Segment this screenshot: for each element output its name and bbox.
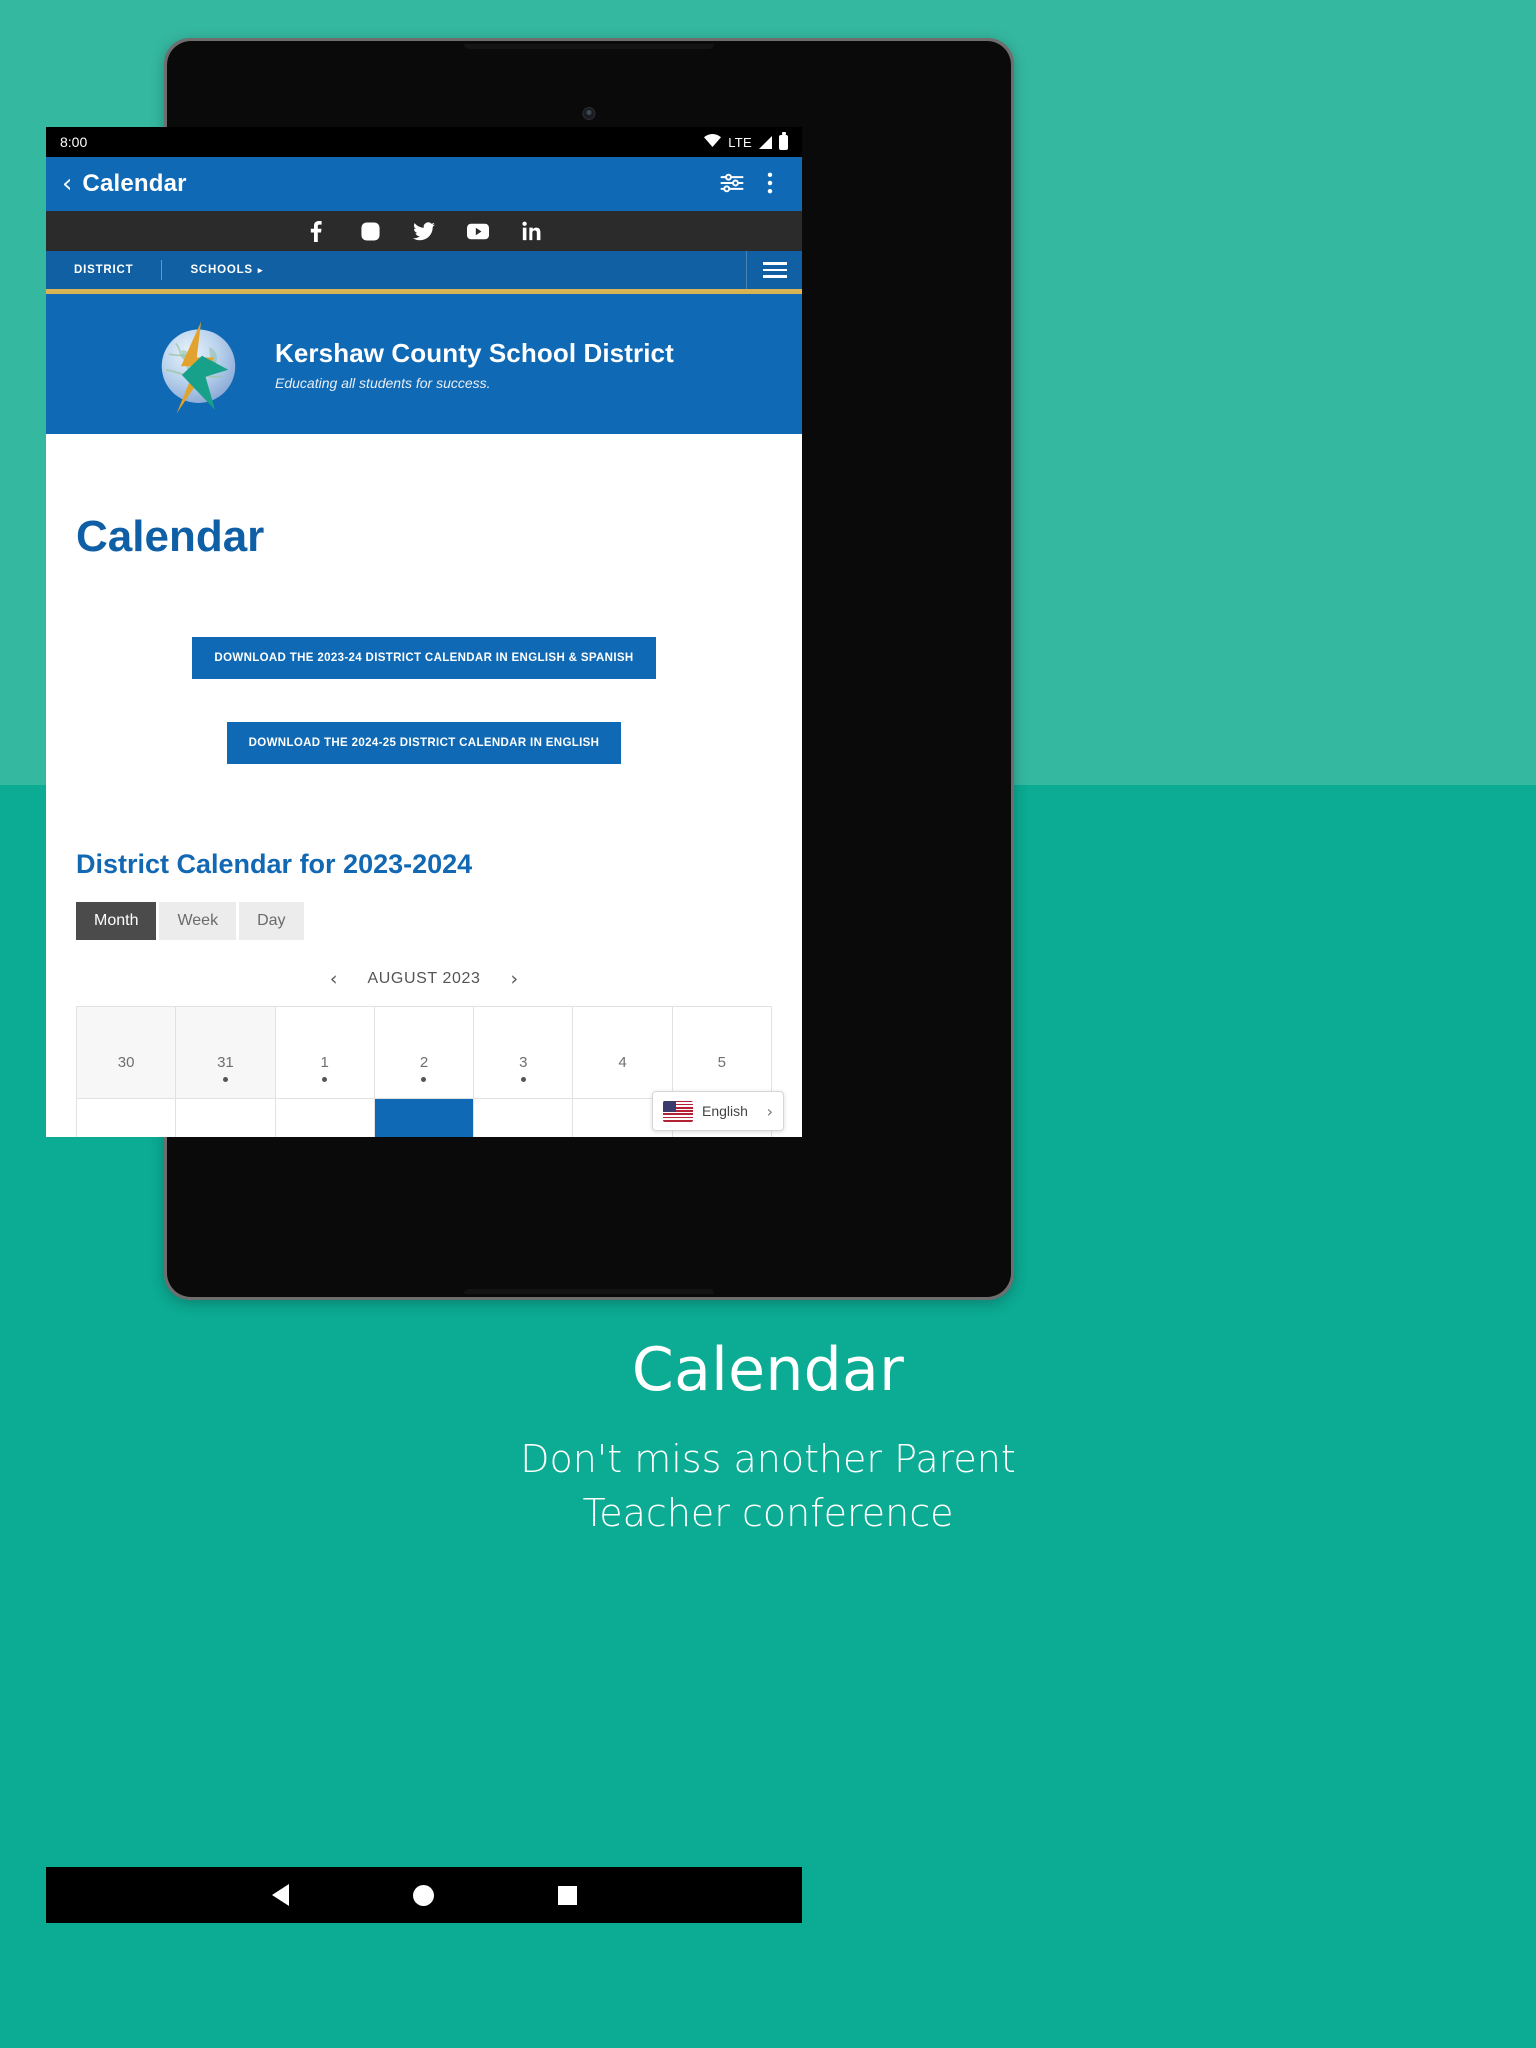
caption-block: Calendar Don't miss another Parent Teach… (0, 1335, 1536, 1541)
bottom-speaker-grille (464, 1289, 714, 1294)
site-header: Kershaw County School District Educating… (46, 294, 802, 434)
nav-item-schools-label: SCHOOLS (190, 264, 253, 276)
previous-month-button[interactable]: ‹ (330, 968, 338, 990)
calendar-day-number: 5 (717, 1054, 727, 1071)
calendar-day-number: 31 (217, 1054, 234, 1071)
calendar-day-cell[interactable]: 4 (573, 1007, 673, 1099)
status-bar: 8:00 LTE (46, 127, 802, 157)
kcsd-globe-logo (161, 321, 236, 413)
instagram-icon[interactable] (359, 220, 381, 242)
caption-subtitle-line2: Teacher conference (582, 1490, 954, 1535)
district-tagline: Educating all students for success. (275, 374, 491, 391)
current-month-label: AUGUST 2023 (367, 970, 481, 987)
calendar-day-cell[interactable]: 31 (176, 1007, 276, 1099)
nav-item-schools[interactable]: SCHOOLS ▸ (190, 264, 263, 276)
event-dot-icon (520, 1077, 526, 1082)
next-month-button[interactable]: › (511, 968, 519, 990)
calendar-day-cell[interactable] (275, 1099, 375, 1137)
download-2023-24-calendar-button[interactable]: DOWNLOAD THE 2023-24 DISTRICT CALENDAR I… (192, 637, 656, 679)
back-triangle-icon[interactable] (271, 1884, 289, 1906)
network-type-label: LTE (728, 134, 752, 150)
language-selector[interactable]: English › (652, 1091, 784, 1131)
hamburger-line (762, 262, 787, 265)
calendar-day-cell[interactable] (176, 1099, 276, 1137)
caption-subtitle: Don't miss another Parent Teacher confer… (0, 1433, 1536, 1541)
event-dot-icon (322, 1077, 328, 1082)
calendar-day-cell[interactable]: 3 (474, 1007, 574, 1099)
status-bar-clock: 8:00 (60, 134, 88, 150)
linkedin-icon[interactable] (521, 220, 543, 242)
signal-icon (759, 135, 772, 149)
app-bar: ‹ Calendar (46, 157, 802, 211)
calendar-day-number: 2 (419, 1054, 429, 1071)
wifi-icon (704, 134, 722, 150)
tab-week[interactable]: Week (159, 902, 237, 940)
tune-icon[interactable] (718, 169, 748, 199)
calendar-day-number: 1 (320, 1054, 329, 1071)
chevron-right-icon: ▸ (257, 265, 264, 275)
calendar-day-cell[interactable]: 1 (275, 1007, 375, 1099)
caption-title: Calendar (631, 1335, 905, 1405)
twitter-icon[interactable] (413, 220, 435, 242)
overflow-menu-icon[interactable] (756, 169, 786, 199)
android-navigation-bar (46, 1867, 802, 1923)
calendar-day-cell[interactable] (474, 1099, 574, 1137)
facebook-icon[interactable] (305, 220, 327, 242)
app-bar-title: Calendar (82, 170, 187, 197)
chevron-right-icon: › (766, 1101, 773, 1121)
hamburger-line (762, 275, 787, 278)
device-screen: 8:00 LTE ‹ Calendar DISTRICT SCHOOLS ▸ K… (46, 127, 802, 1137)
hamburger-menu-icon[interactable] (746, 251, 802, 289)
calendar-view-tabs: Month Week Day (76, 902, 772, 940)
calendar-day-number: 4 (618, 1054, 627, 1071)
calendar-day-number: 3 (519, 1054, 528, 1071)
tab-month[interactable]: Month (76, 902, 157, 940)
calendar-day-cell[interactable]: 30 (77, 1007, 177, 1099)
nav-divider (161, 260, 163, 280)
page-content: Calendar DOWNLOAD THE 2023-24 DISTRICT C… (46, 434, 802, 1137)
district-nav-bar: DISTRICT SCHOOLS ▸ (46, 251, 802, 289)
calendar-day-cell[interactable] (77, 1099, 177, 1137)
section-title: District Calendar for 2023-2024 (76, 849, 473, 879)
download-button-row-2: DOWNLOAD THE 2024-25 DISTRICT CALENDAR I… (76, 722, 772, 764)
caption-subtitle-line1: Don't miss another Parent (520, 1437, 1016, 1481)
back-chevron-icon[interactable]: ‹ (62, 171, 72, 197)
calendar-month-navigation: ‹ AUGUST 2023 › (76, 968, 772, 990)
language-label: English (702, 1103, 748, 1119)
battery-icon (779, 131, 788, 150)
calendar-day-number: 30 (117, 1054, 135, 1071)
calendar-day-cell[interactable]: 5 (672, 1007, 772, 1099)
calendar-day-cell[interactable] (374, 1099, 475, 1137)
event-dot-icon (421, 1077, 427, 1082)
hamburger-line (762, 268, 787, 272)
calendar-day-cell[interactable]: 2 (374, 1007, 475, 1099)
district-name: Kershaw County School District (275, 337, 674, 368)
social-links-bar (46, 211, 802, 251)
download-2024-25-calendar-button[interactable]: DOWNLOAD THE 2024-25 DISTRICT CALENDAR I… (226, 722, 622, 764)
download-button-row-1: DOWNLOAD THE 2023-24 DISTRICT CALENDAR I… (76, 562, 772, 679)
youtube-icon[interactable] (467, 220, 489, 242)
us-flag-icon (663, 1100, 693, 1122)
top-speaker-grille (464, 44, 714, 49)
tab-day[interactable]: Day (239, 902, 304, 940)
home-circle-icon[interactable] (412, 1884, 434, 1906)
page-title: Calendar (76, 512, 265, 561)
front-camera-icon (582, 107, 596, 120)
recents-square-icon[interactable] (557, 1885, 577, 1905)
event-dot-icon (222, 1077, 228, 1082)
district-identity: Kershaw County School District Educating… (275, 338, 674, 391)
nav-item-district[interactable]: DISTRICT (74, 264, 133, 276)
